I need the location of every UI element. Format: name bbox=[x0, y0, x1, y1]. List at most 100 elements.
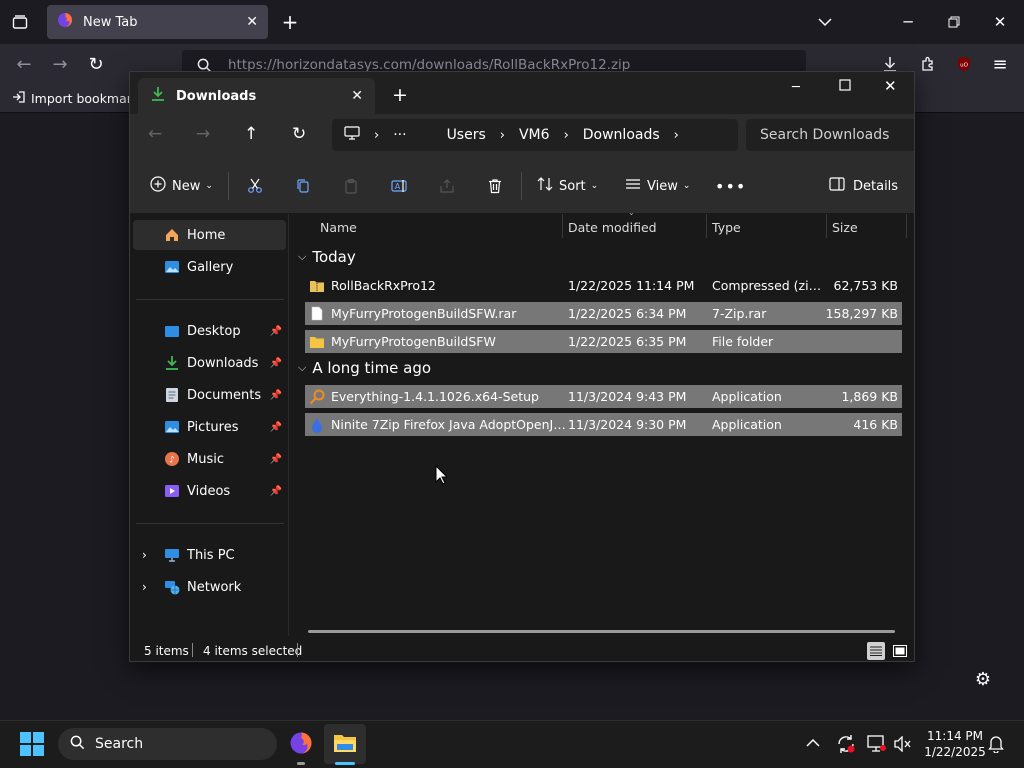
maximize-icon[interactable] bbox=[839, 79, 851, 95]
start-windows-icon[interactable] bbox=[20, 732, 44, 760]
home-icon bbox=[163, 227, 181, 243]
breadcrumb-users[interactable]: Users bbox=[447, 127, 486, 143]
sort-button[interactable]: Sort ⌄ bbox=[537, 175, 598, 197]
pin-icon[interactable]: 📌 bbox=[270, 390, 282, 401]
everything-app-icon bbox=[309, 389, 325, 404]
firefox-taskbar-icon[interactable] bbox=[289, 731, 313, 755]
svg-text:uO: uO bbox=[960, 63, 968, 69]
forward-icon[interactable]: → bbox=[50, 54, 70, 75]
file-row[interactable]: Everything-1.4.1.1026.x64-Setup 11/3/202… bbox=[305, 385, 902, 408]
new-tab-icon[interactable]: + bbox=[392, 84, 408, 106]
minimize-icon[interactable]: ─ bbox=[898, 12, 918, 32]
nav-item-desktop[interactable]: Desktop 📌 bbox=[133, 316, 286, 346]
column-divider[interactable] bbox=[906, 214, 907, 238]
column-divider[interactable] bbox=[562, 214, 563, 238]
close-icon[interactable]: ✕ bbox=[990, 12, 1010, 32]
chevron-down-icon: ⌄ bbox=[590, 181, 599, 191]
nav-item-videos[interactable]: Videos 📌 bbox=[133, 476, 286, 506]
minimize-icon[interactable]: ─ bbox=[792, 80, 800, 95]
column-header-size[interactable]: Size bbox=[832, 220, 858, 235]
column-divider[interactable] bbox=[706, 214, 707, 238]
explorer-tab-downloads[interactable]: Downloads ✕ bbox=[138, 78, 375, 114]
chevron-right-icon: › bbox=[374, 127, 380, 143]
details-view-icon[interactable] bbox=[867, 642, 885, 660]
address-bar[interactable]: › ··· Users › VM6 › Downloads › bbox=[332, 119, 738, 151]
rename-icon[interactable]: A bbox=[391, 175, 409, 197]
new-button[interactable]: New ⌄ bbox=[150, 175, 213, 197]
close-icon[interactable]: ✕ bbox=[884, 77, 897, 95]
file-row[interactable]: RollBackRxPro12 1/22/2025 11:14 PM Compr… bbox=[305, 274, 902, 297]
column-header-date[interactable]: Date modified bbox=[568, 220, 657, 235]
search-input[interactable]: Search Downloads bbox=[746, 119, 914, 151]
group-header-today[interactable]: ⌵ Today bbox=[298, 248, 356, 266]
file-explorer-icon bbox=[333, 732, 357, 758]
file-row[interactable]: Ninite 7Zip Firefox Java AdoptOpenJDK x.… bbox=[305, 413, 902, 436]
nav-item-documents[interactable]: Documents 📌 bbox=[133, 380, 286, 410]
nav-item-home[interactable]: Home bbox=[133, 220, 286, 250]
nav-label: Home bbox=[187, 227, 226, 243]
tiles-view-icon[interactable] bbox=[891, 642, 909, 660]
share-icon[interactable] bbox=[439, 175, 455, 197]
nav-item-network[interactable]: › Network bbox=[133, 572, 286, 602]
delete-icon[interactable] bbox=[487, 175, 503, 197]
chevron-right-icon: › bbox=[563, 127, 569, 143]
reload-icon[interactable]: ↻ bbox=[86, 54, 106, 75]
file-row[interactable]: MyFurryProtogenBuildSFW.rar 1/22/2025 6:… bbox=[305, 302, 902, 325]
pin-icon[interactable]: 📌 bbox=[270, 326, 282, 337]
new-tab-icon[interactable]: + bbox=[280, 10, 300, 34]
new-label: New bbox=[172, 178, 201, 194]
nav-label: Network bbox=[187, 579, 242, 595]
pin-icon[interactable]: 📌 bbox=[270, 454, 282, 465]
breadcrumb-downloads[interactable]: Downloads bbox=[583, 127, 660, 143]
menu-icon[interactable]: ≡ bbox=[990, 54, 1010, 75]
column-divider[interactable] bbox=[826, 214, 827, 238]
list-tabs-icon[interactable] bbox=[815, 12, 835, 32]
ublock-icon[interactable]: uO bbox=[954, 54, 974, 74]
network-display-icon[interactable] bbox=[867, 735, 887, 757]
tab-close-icon[interactable]: ✕ bbox=[351, 88, 363, 104]
cut-icon[interactable] bbox=[247, 175, 263, 197]
settings-gear-icon[interactable]: ⚙ bbox=[972, 668, 994, 690]
tab-close-icon[interactable]: ✕ bbox=[246, 14, 258, 30]
back-icon[interactable]: ← bbox=[148, 124, 162, 144]
forward-icon[interactable]: → bbox=[196, 124, 210, 144]
restore-icon[interactable] bbox=[944, 12, 964, 32]
file-row[interactable]: MyFurryProtogenBuildSFW 1/22/2025 6:35 P… bbox=[305, 330, 902, 353]
extensions-icon[interactable] bbox=[918, 54, 938, 74]
column-header-type[interactable]: Type bbox=[712, 220, 741, 235]
view-button[interactable]: View ⌄ bbox=[625, 175, 690, 197]
update-sync-icon[interactable] bbox=[836, 734, 856, 758]
expand-chevron-icon[interactable]: › bbox=[142, 548, 147, 562]
import-bookmarks-item[interactable]: Import bookmarks bbox=[12, 90, 146, 107]
browser-tab-newtab[interactable]: New Tab ✕ bbox=[47, 5, 268, 39]
back-icon[interactable]: ← bbox=[14, 54, 34, 75]
expand-chevron-icon[interactable]: › bbox=[142, 580, 147, 594]
group-header-long-time-ago[interactable]: ⌵ A long time ago bbox=[298, 359, 431, 377]
horizontal-scrollbar[interactable] bbox=[308, 630, 895, 633]
paste-icon[interactable] bbox=[343, 175, 359, 197]
copy-icon[interactable] bbox=[295, 175, 311, 197]
up-icon[interactable]: ↑ bbox=[244, 124, 258, 144]
more-crumbs-icon[interactable]: ··· bbox=[393, 127, 406, 143]
column-header-name[interactable]: Name bbox=[320, 220, 357, 235]
nav-item-gallery[interactable]: Gallery bbox=[133, 252, 286, 282]
zip-folder-icon bbox=[309, 279, 325, 293]
refresh-icon[interactable]: ↻ bbox=[292, 124, 306, 144]
file-name: MyFurryProtogenBuildSFW bbox=[331, 334, 496, 349]
show-hidden-icons-icon[interactable] bbox=[806, 736, 820, 752]
nav-item-downloads[interactable]: Downloads 📌 bbox=[133, 348, 286, 378]
taskbar-clock[interactable]: 11:14 PM 1/22/2025 bbox=[920, 728, 990, 760]
notification-bell-icon[interactable] bbox=[988, 735, 1004, 757]
breadcrumb-vm6[interactable]: VM6 bbox=[519, 127, 550, 143]
more-options-icon[interactable]: ••• bbox=[715, 175, 746, 197]
volume-muted-icon[interactable] bbox=[894, 735, 912, 756]
pin-icon[interactable]: 📌 bbox=[270, 422, 282, 433]
nav-item-pictures[interactable]: Pictures 📌 bbox=[133, 412, 286, 442]
nav-item-this-pc[interactable]: › This PC bbox=[133, 540, 286, 570]
nav-item-music[interactable]: ♪ Music 📌 bbox=[133, 444, 286, 474]
taskbar-search[interactable]: Search bbox=[58, 728, 277, 760]
tab-overview-icon[interactable] bbox=[10, 12, 30, 32]
pin-icon[interactable]: 📌 bbox=[270, 358, 282, 369]
details-button[interactable]: Details bbox=[829, 175, 898, 197]
pin-icon[interactable]: 📌 bbox=[270, 486, 282, 497]
